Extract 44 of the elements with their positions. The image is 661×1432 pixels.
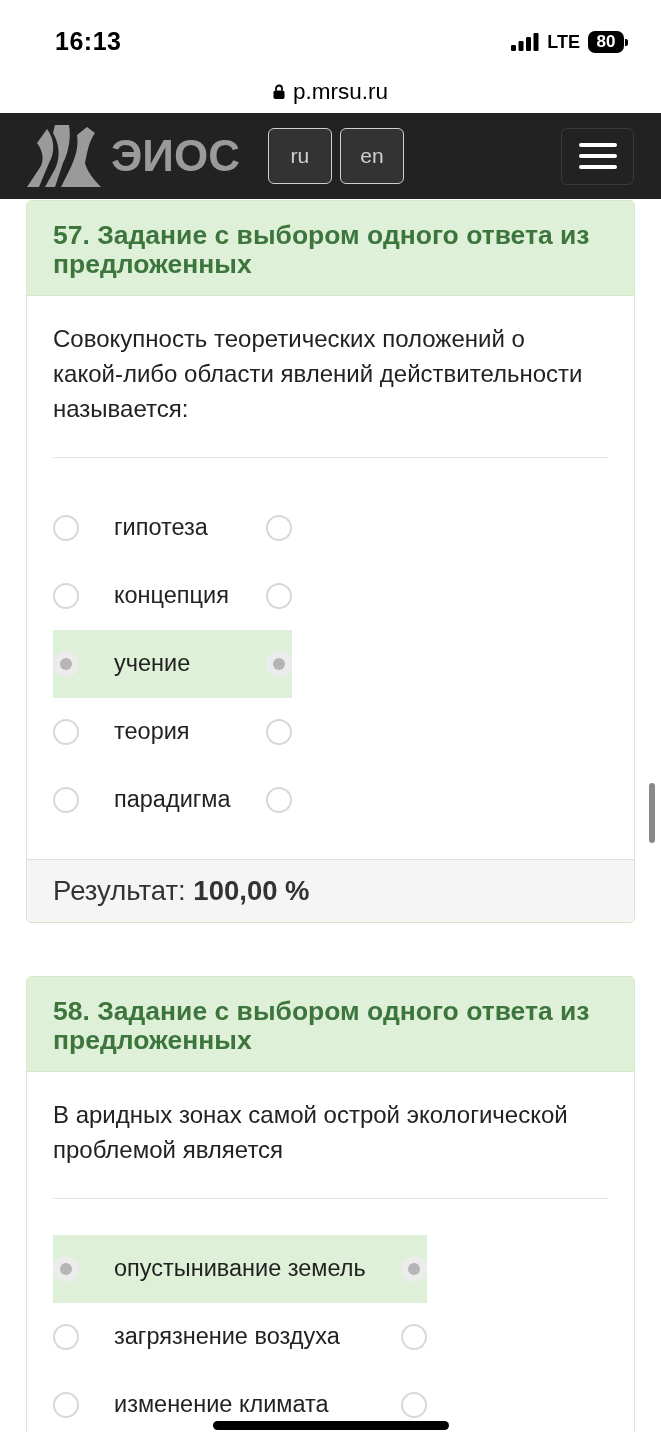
answer-option-label[interactable]: концепция bbox=[114, 582, 229, 609]
radio-button[interactable] bbox=[400, 1324, 427, 1350]
radio-button[interactable] bbox=[400, 1256, 427, 1282]
radio-button[interactable] bbox=[400, 1392, 427, 1418]
battery-level: 80 bbox=[588, 31, 624, 53]
radio-button[interactable] bbox=[53, 719, 79, 745]
menu-button[interactable] bbox=[561, 127, 634, 185]
home-indicator[interactable] bbox=[213, 1421, 449, 1430]
language-button[interactable]: ru bbox=[267, 128, 332, 184]
signal-icon bbox=[511, 33, 540, 51]
radio-button[interactable] bbox=[53, 787, 79, 813]
network-type: LTE bbox=[547, 33, 580, 51]
radio-button[interactable] bbox=[53, 1324, 79, 1350]
radio-button[interactable] bbox=[265, 787, 292, 813]
result-text: Результат: 100,00 % bbox=[53, 874, 310, 909]
answer-option-label[interactable]: парадигма bbox=[114, 786, 231, 813]
radio-button[interactable] bbox=[265, 651, 292, 677]
logo-text[interactable]: ЭИОС bbox=[111, 134, 240, 178]
radio-button[interactable] bbox=[53, 1256, 79, 1282]
question-text: В аридных зонах самой острой экологической проблемой является bbox=[53, 1100, 569, 1165]
menu-icon bbox=[578, 143, 617, 169]
answer-option-label[interactable]: теория bbox=[114, 718, 190, 745]
scroll-indicator bbox=[649, 783, 655, 843]
battery-cap-icon bbox=[625, 38, 628, 46]
radio-button[interactable] bbox=[53, 1392, 79, 1418]
radio-button[interactable] bbox=[265, 583, 292, 609]
question-text: Совокупность теоретических положений о какой-либо области явлений действительности называется: bbox=[53, 324, 584, 424]
answer-option-label[interactable]: гипотеза bbox=[114, 514, 208, 541]
answer-option-label[interactable]: загрязнение воздуха bbox=[114, 1323, 340, 1350]
radio-button[interactable] bbox=[53, 583, 79, 609]
radio-button[interactable] bbox=[265, 515, 292, 541]
radio-button[interactable] bbox=[265, 719, 292, 745]
answer-option-label[interactable]: опустынивание земель bbox=[114, 1255, 366, 1282]
logo-icon[interactable] bbox=[25, 125, 101, 187]
status-time: 16:13 bbox=[55, 26, 122, 58]
question-title: 57. Задание с выбором одного ответа из предложенных bbox=[53, 221, 591, 279]
url-text[interactable]: p.mrsu.ru bbox=[293, 74, 388, 109]
radio-button[interactable] bbox=[53, 651, 79, 677]
radio-button[interactable] bbox=[53, 515, 79, 541]
lock-icon bbox=[273, 84, 285, 99]
language-button[interactable]: en bbox=[339, 128, 404, 184]
answer-option-label[interactable]: изменение климата bbox=[114, 1391, 329, 1418]
answer-option-label[interactable]: учение bbox=[114, 650, 191, 677]
question-title: 58. Задание с выбором одного ответа из предложенных bbox=[53, 997, 591, 1055]
